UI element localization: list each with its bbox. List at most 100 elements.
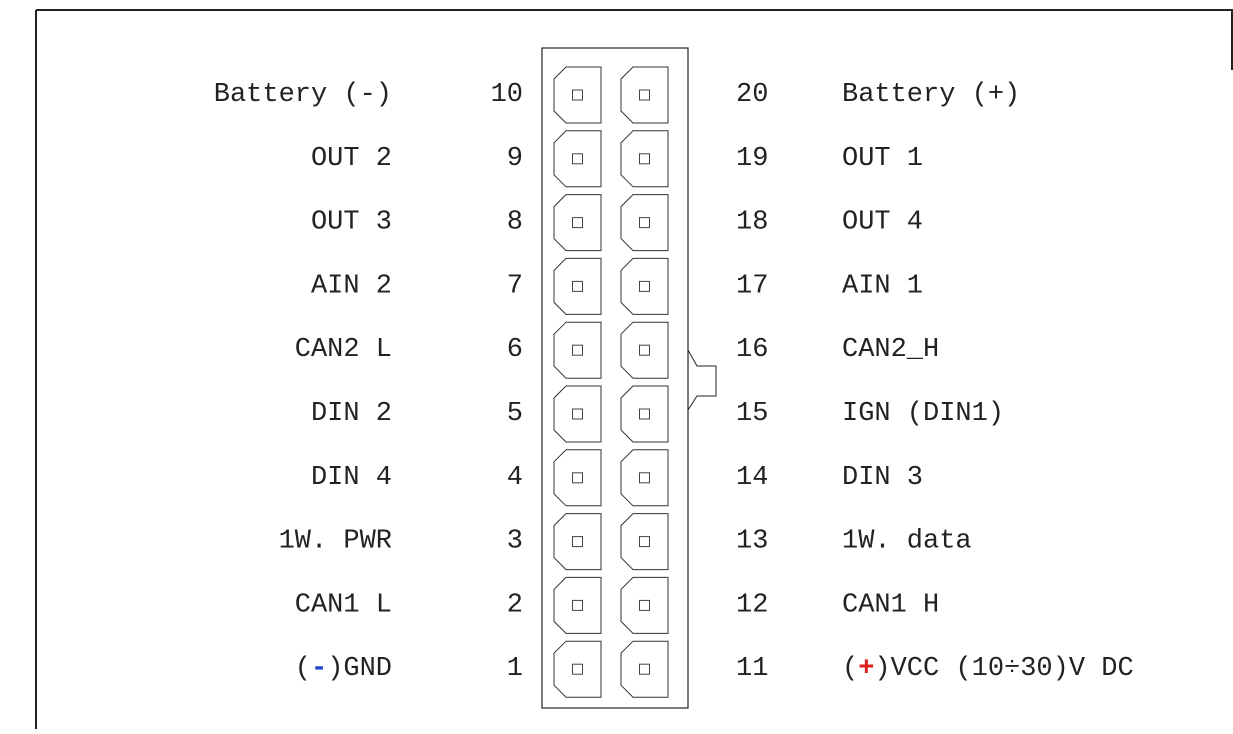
pin-number-11: 11 (736, 654, 768, 684)
pin-cell-left-8 (553, 194, 602, 252)
pin-number-19: 19 (736, 144, 768, 174)
pin-label-11: (+)VCC (10÷30)V DC (842, 654, 1134, 684)
pin-contact-square (572, 217, 583, 229)
pin-number-8: 8 (507, 208, 523, 238)
minus-sign-icon: - (311, 654, 327, 684)
pin-label-2: CAN1 L (295, 590, 392, 620)
pin-number-15: 15 (736, 399, 768, 429)
pin-cavity (620, 194, 669, 252)
pin-label-19: OUT 1 (842, 144, 923, 174)
pin-label-1: (-)GND (295, 654, 392, 684)
pin-number-13: 13 (736, 527, 768, 557)
pin-cell-left-6 (553, 321, 602, 379)
pin-number-20: 20 (736, 80, 768, 110)
pin-contact-square (572, 599, 583, 611)
pin-contact-square (572, 408, 583, 420)
pin-label-3: 1W. PWR (279, 527, 392, 557)
pin-label-17: AIN 1 (842, 271, 923, 301)
pin-contact-square (639, 536, 650, 548)
pin-cavity (620, 257, 669, 315)
pin-label-6: CAN2 L (295, 335, 392, 365)
plus-sign-icon: + (858, 654, 874, 684)
pin-cell-right-16 (620, 321, 669, 379)
pin-cell-right-14 (620, 449, 669, 507)
pin-number-17: 17 (736, 271, 768, 301)
pin-cell-right-11 (620, 640, 669, 698)
pin-cell-right-12 (620, 576, 669, 634)
pin-cavity (553, 385, 602, 443)
pin-cavity (620, 321, 669, 379)
pin-label-14: DIN 3 (842, 463, 923, 493)
pin-number-3: 3 (507, 527, 523, 557)
connector-pinout-diagram: 10 Battery (-) 9 OUT 2 8 OUT 3 7 AIN 2 6 CAN2 L 5 D… (0, 0, 1233, 729)
pin-contact-square (639, 599, 650, 611)
pin-cavity (553, 66, 602, 124)
pin-number-10: 10 (491, 80, 523, 110)
pin-contact-square (572, 663, 583, 675)
pin-label-16: CAN2_H (842, 335, 939, 365)
pin-label-13: 1W. data (842, 527, 972, 557)
pin-contact-square (572, 153, 583, 165)
pin-number-6: 6 (507, 335, 523, 365)
pin-cell-right-20 (620, 66, 669, 124)
pin-label-4: DIN 4 (311, 463, 392, 493)
pin-cell-left-10 (553, 66, 602, 124)
pin-number-16: 16 (736, 335, 768, 365)
pin-cavity (553, 194, 602, 252)
pin-label-12: CAN1 H (842, 590, 939, 620)
pin-label-7: AIN 2 (311, 271, 392, 301)
pin-number-9: 9 (507, 144, 523, 174)
pin-cell-right-13 (620, 513, 669, 571)
pin-cavity (553, 321, 602, 379)
pin-number-1: 1 (507, 654, 523, 684)
pin-cavity (620, 576, 669, 634)
pin-contact-square (572, 536, 583, 548)
pin-contact-square (639, 89, 650, 101)
pin-cavity (553, 640, 602, 698)
pin-label-10: Battery (-) (214, 80, 392, 110)
pin-contact-square (572, 89, 583, 101)
pin-cell-left-5 (553, 385, 602, 443)
pin-cavity (620, 513, 669, 571)
pin-number-2: 2 (507, 590, 523, 620)
pin-number-14: 14 (736, 463, 768, 493)
pin-cavity (620, 640, 669, 698)
pin-label-15: IGN (DIN1) (842, 399, 1004, 429)
pin-label-18: OUT 4 (842, 208, 923, 238)
pin-label-8: OUT 3 (311, 208, 392, 238)
pin-cell-right-19 (620, 130, 669, 188)
pin-number-18: 18 (736, 208, 768, 238)
pin-cavity (553, 449, 602, 507)
pin-label-9: OUT 2 (311, 144, 392, 174)
pin-number-12: 12 (736, 590, 768, 620)
pin-cell-right-18 (620, 194, 669, 252)
pin-cavity (553, 576, 602, 634)
pin-cell-right-15 (620, 385, 669, 443)
pin-contact-square (572, 472, 583, 484)
pin-cavity (553, 130, 602, 188)
pin-cavity (553, 257, 602, 315)
pin-number-5: 5 (507, 399, 523, 429)
pin-number-7: 7 (507, 271, 523, 301)
pin-cell-left-1 (553, 640, 602, 698)
pin-cell-right-17 (620, 257, 669, 315)
pin-contact-square (639, 663, 650, 675)
pinout-svg: 10 Battery (-) 9 OUT 2 8 OUT 3 7 AIN 2 6 CAN2 L 5 D… (35, 9, 1233, 729)
pin-contact-square (639, 153, 650, 165)
pin-contact-square (572, 344, 583, 356)
pin-cell-left-7 (553, 257, 602, 315)
pin-cell-left-4 (553, 449, 602, 507)
pin-label-20: Battery (+) (842, 80, 1020, 110)
pin-cell-left-3 (553, 513, 602, 571)
pin-contact-square (639, 217, 650, 229)
pin-contact-square (639, 344, 650, 356)
pin-contact-square (572, 280, 583, 292)
pin-labels: 10 Battery (-) 9 OUT 2 8 OUT 3 7 AIN 2 6 CAN2 L 5 D… (214, 80, 1134, 684)
pin-cell-left-2 (553, 576, 602, 634)
pin-cavity (553, 513, 602, 571)
pin-cavity (620, 66, 669, 124)
pin-label-5: DIN 2 (311, 399, 392, 429)
pin-contact-square (639, 408, 650, 420)
pin-cavity (620, 385, 669, 443)
pin-cell-left-9 (553, 130, 602, 188)
